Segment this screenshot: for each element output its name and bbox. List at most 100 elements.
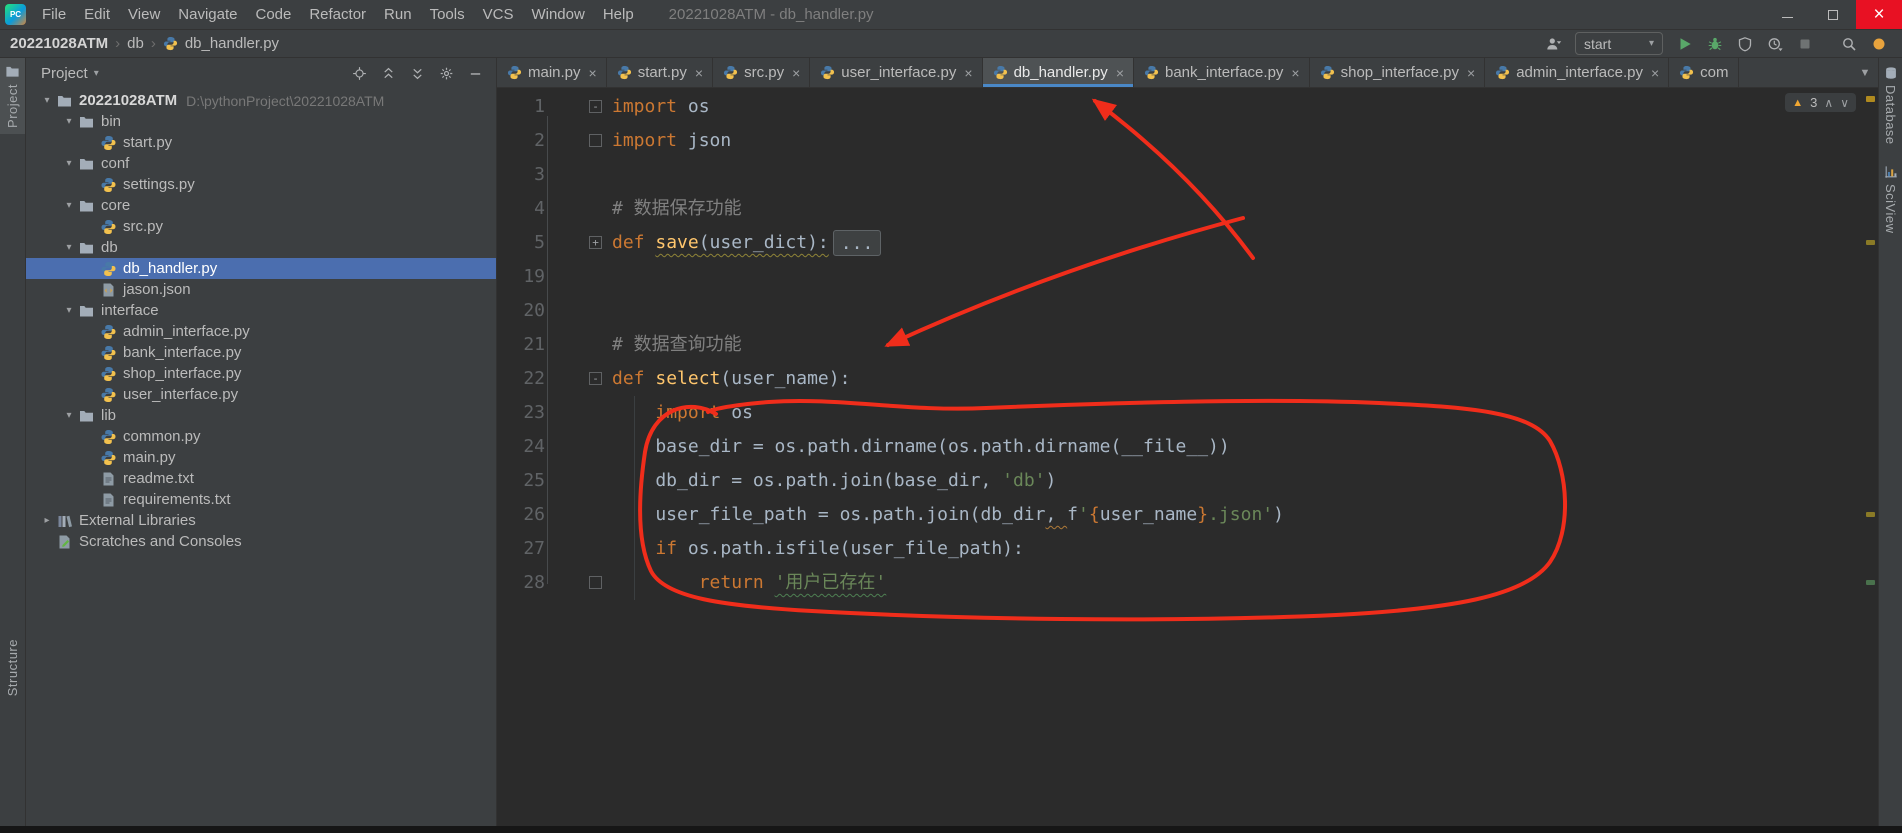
code-line[interactable]: 20 [497,294,1878,328]
debug-button[interactable] [1701,32,1728,56]
fold-marker-icon[interactable]: - [589,100,602,113]
menu-window[interactable]: Window [522,0,593,29]
chevron-down-icon[interactable]: ▾ [38,95,56,106]
line-number[interactable]: 2 [497,124,545,158]
tree-item-readme-txt[interactable]: readme.txt [26,468,496,489]
line-number[interactable]: 26 [497,498,545,532]
scrollbar-typo-mark[interactable] [1866,580,1875,585]
code-line[interactable]: 23 import os [497,396,1878,430]
menu-navigate[interactable]: Navigate [169,0,246,29]
menu-refactor[interactable]: Refactor [300,0,375,29]
gutter[interactable]: - [545,362,612,396]
coverage-button[interactable] [1731,32,1758,56]
tree-item-conf[interactable]: ▾ conf [26,153,496,174]
stop-button[interactable] [1791,32,1818,56]
chevron-down-icon[interactable]: ▾ [60,200,78,211]
gutter[interactable]: + [545,226,612,260]
tab-admin-interface-py[interactable]: admin_interface.py × [1485,58,1670,87]
next-warning-icon[interactable]: ∨ [1840,96,1849,110]
hidden-tabs-dropdown[interactable]: ▼ [1852,58,1878,87]
scrollbar-warning-mark[interactable] [1866,96,1875,102]
maximize-button[interactable] [1810,0,1856,29]
tree-item-bin[interactable]: ▾ bin [26,111,496,132]
line-number[interactable]: 28 [497,566,545,600]
settings-button[interactable] [434,62,459,84]
tree-item-external-libraries[interactable]: ▸ External Libraries [26,510,496,531]
menu-run[interactable]: Run [375,0,421,29]
chevron-down-icon[interactable]: ▾ [60,410,78,421]
minimize-button[interactable] [1764,0,1810,29]
breadcrumb-db[interactable]: db [127,35,144,52]
line-number[interactable]: 1 [497,90,545,124]
close-tab-icon[interactable]: × [964,66,972,80]
close-tab-icon[interactable]: × [1291,66,1299,80]
menu-vcs[interactable]: VCS [474,0,523,29]
breadcrumb-db-handler-py[interactable]: db_handler.py [185,35,279,52]
tab-shop-interface-py[interactable]: shop_interface.py × [1310,58,1486,87]
gutter[interactable] [545,158,612,192]
fold-marker-icon[interactable]: - [589,372,602,385]
gutter[interactable] [545,192,612,226]
tree-item-interface[interactable]: ▾ interface [26,300,496,321]
line-number[interactable]: 22 [497,362,545,396]
code-line[interactable]: 5 + def save(user_dict):... [497,226,1878,260]
tab-com[interactable]: com [1669,58,1739,87]
menu-tools[interactable]: Tools [421,0,474,29]
gutter[interactable] [545,532,612,566]
close-tab-icon[interactable]: × [695,66,703,80]
tree-item-main-py[interactable]: main.py [26,447,496,468]
project-tool-button[interactable]: Project [0,58,25,134]
code-line[interactable]: 3 [497,158,1878,192]
gutter[interactable]: - [545,90,612,124]
tab-user-interface-py[interactable]: user_interface.py × [810,58,983,87]
code-line[interactable]: 22 - def select(user_name): [497,362,1878,396]
fold-marker-icon[interactable] [589,576,602,589]
code-line[interactable]: 2 import json [497,124,1878,158]
gutter[interactable] [545,396,612,430]
code-line[interactable]: 27 if os.path.isfile(user_file_path): [497,532,1878,566]
tree-item-bank-interface-py[interactable]: bank_interface.py [26,342,496,363]
line-number[interactable]: 23 [497,396,545,430]
line-number[interactable]: 24 [497,430,545,464]
close-button[interactable]: × [1856,0,1902,29]
close-tab-icon[interactable]: × [1116,66,1124,80]
close-tab-icon[interactable]: × [792,66,800,80]
tree-item-admin-interface-py[interactable]: admin_interface.py [26,321,496,342]
tree-item-20221028atm[interactable]: ▾ 20221028ATM D:\pythonProject\20221028ATM [26,90,496,111]
gutter[interactable] [545,294,612,328]
line-number[interactable]: 19 [497,260,545,294]
sciview-tool-button[interactable]: SciView [1883,165,1898,233]
code-line[interactable]: 4 # 数据保存功能 [497,192,1878,226]
close-tab-icon[interactable]: × [1467,66,1475,80]
chevron-down-icon[interactable]: ▾ [60,158,78,169]
gutter[interactable] [545,566,612,600]
structure-tool-button[interactable]: Structure [0,633,25,702]
chevron-down-icon[interactable]: ▾ [60,116,78,127]
fold-marker-icon[interactable]: + [589,236,602,249]
close-tab-icon[interactable]: × [1651,66,1659,80]
menu-edit[interactable]: Edit [75,0,119,29]
gutter[interactable] [545,328,612,362]
tab-start-py[interactable]: start.py × [607,58,714,87]
code-line[interactable]: 24 base_dir = os.path.dirname(os.path.di… [497,430,1878,464]
code-line[interactable]: 21 # 数据查询功能 [497,328,1878,362]
code-line[interactable]: 28 return '用户已存在' [497,566,1878,600]
menu-code[interactable]: Code [246,0,300,29]
expand-all-button[interactable] [405,62,430,84]
code-line[interactable]: 19 [497,260,1878,294]
tree-item-requirements-txt[interactable]: requirements.txt [26,489,496,510]
inspections-widget[interactable]: ▲ 3 ∧ ∨ [1785,93,1856,112]
project-panel-title[interactable]: Project [41,65,88,82]
menu-help[interactable]: Help [594,0,643,29]
line-number[interactable]: 21 [497,328,545,362]
chevron-down-icon[interactable]: ▾ [60,305,78,316]
tree-item-settings-py[interactable]: settings.py [26,174,496,195]
tree-item-src-py[interactable]: src.py [26,216,496,237]
chevron-right-icon[interactable]: ▸ [38,515,56,526]
collaborate-button[interactable] [1540,32,1567,56]
tree-item-core[interactable]: ▾ core [26,195,496,216]
tree-item-db-handler-py[interactable]: db_handler.py [26,258,496,279]
run-config-select[interactable]: start ▾ [1575,32,1663,55]
run-button[interactable] [1671,32,1698,56]
search-button[interactable] [1835,32,1862,56]
